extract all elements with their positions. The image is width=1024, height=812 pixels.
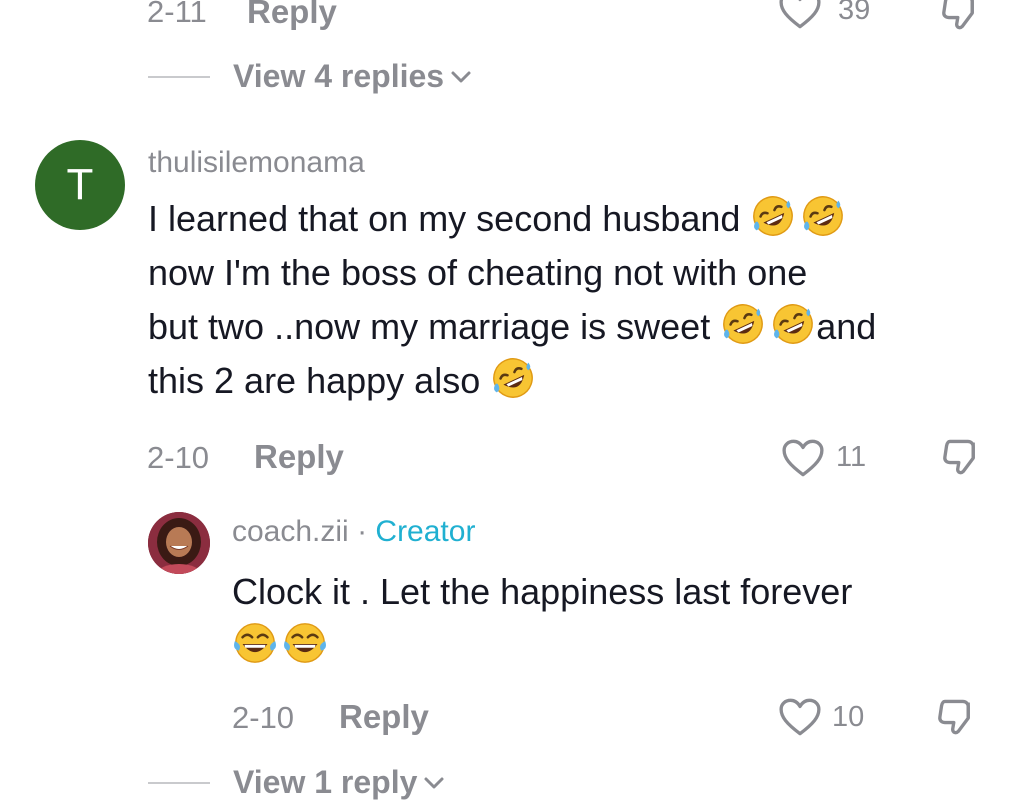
dislike-button[interactable] (936, 697, 976, 737)
comment-line: this 2 are happy also (148, 354, 1008, 408)
avatar-photo-icon (148, 512, 210, 574)
reply-username-row: coach.zii · Creator (232, 515, 475, 549)
thumbs-down-icon (941, 437, 981, 477)
avatar[interactable]: T (35, 140, 125, 230)
joy-emoji (232, 620, 278, 666)
rofl-emoji (770, 301, 816, 347)
heart-icon (780, 438, 826, 478)
like-count: 39 (838, 0, 871, 26)
like-button[interactable] (780, 438, 826, 478)
reply-button[interactable]: Reply (339, 698, 429, 736)
comment-date: 2-10 (147, 440, 210, 475)
creator-badge: Creator (375, 515, 476, 548)
chevron-down-icon (423, 775, 445, 791)
comment-line: but two ..now my marriage is sweet and (148, 300, 1008, 354)
reply-line (232, 619, 992, 673)
reply-text: Clock it . Let the happiness last foreve… (232, 565, 992, 673)
separator-dot: · (357, 515, 368, 548)
comment-date: 2-11 (147, 0, 207, 29)
like-button[interactable] (777, 697, 823, 737)
comment-username[interactable]: thulisilemonama (148, 146, 365, 180)
view-replies-label: View 4 replies (233, 58, 445, 94)
chevron-down-icon (450, 69, 472, 85)
like-button[interactable] (777, 0, 825, 30)
like-count: 11 (836, 441, 867, 473)
joy-emoji (282, 620, 328, 666)
reply-date: 2-10 (232, 700, 295, 735)
comment-text: I learned that on my second husband now … (148, 192, 1008, 408)
comment-line: I learned that on my second husband (148, 192, 1008, 246)
reply-username[interactable]: coach.zii (232, 515, 349, 548)
like-count: 10 (832, 701, 865, 733)
view-replies-button[interactable]: View 1 reply (233, 764, 445, 801)
avatar[interactable] (148, 512, 210, 574)
thumbs-down-icon (940, 0, 980, 32)
dislike-button[interactable] (941, 437, 981, 477)
comment-line: now I'm the boss of cheating not with on… (148, 252, 808, 293)
reply-line: Clock it . Let the happiness last foreve… (232, 571, 853, 612)
reply-button[interactable]: Reply (254, 438, 344, 476)
heart-icon (777, 697, 823, 737)
dislike-button[interactable] (940, 0, 980, 32)
thumbs-down-icon (936, 697, 976, 737)
reply-button[interactable]: Reply (247, 0, 337, 31)
avatar-letter: T (66, 160, 94, 209)
rofl-emoji (490, 355, 536, 401)
replies-divider (148, 782, 210, 784)
view-replies-label: View 1 reply (233, 764, 418, 800)
view-replies-button[interactable]: View 4 replies (233, 58, 472, 95)
rofl-emoji (800, 193, 846, 239)
rofl-emoji (750, 193, 796, 239)
replies-divider (148, 76, 210, 78)
heart-icon (777, 0, 825, 30)
rofl-emoji (720, 301, 766, 347)
